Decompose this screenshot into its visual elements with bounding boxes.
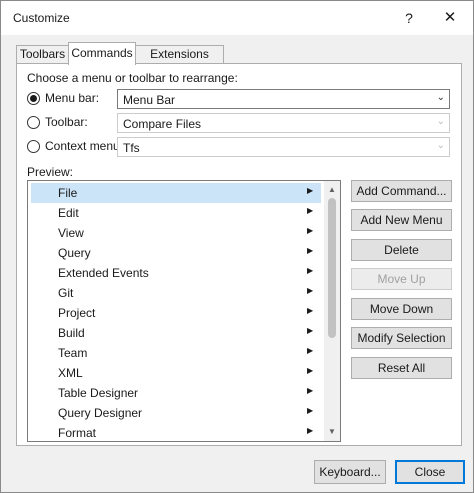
- list-item-label: Project: [58, 306, 96, 320]
- list-item[interactable]: Build ▶: [31, 323, 321, 343]
- close-button[interactable]: Close: [395, 460, 465, 484]
- context-menu-value: Tfs: [123, 141, 140, 155]
- list-item[interactable]: File ▶: [31, 183, 321, 203]
- list-item[interactable]: Git ▶: [31, 283, 321, 303]
- context-menu-radio[interactable]: [27, 140, 40, 153]
- customize-dialog: Customize ? ✕ Toolbars Commands Extensio…: [0, 0, 474, 493]
- close-window-button[interactable]: ✕: [433, 5, 467, 31]
- list-item-label: Query Designer: [58, 406, 143, 420]
- preview-scrollbar[interactable]: ▲ ▼: [324, 181, 340, 441]
- toolbar-combo[interactable]: Compare Files ⌄: [117, 113, 450, 133]
- list-item[interactable]: Format ▶: [31, 423, 321, 441]
- triangle-right-icon: ▶: [307, 366, 314, 375]
- scroll-thumb[interactable]: [328, 198, 336, 338]
- list-item-label: Extended Events: [58, 266, 149, 280]
- list-item[interactable]: Extended Events ▶: [31, 263, 321, 283]
- add-new-menu-button[interactable]: Add New Menu: [351, 209, 452, 231]
- dialog-title: Customize: [13, 11, 70, 25]
- list-item-label: Edit: [58, 206, 79, 220]
- tab-commands[interactable]: Commands: [68, 42, 136, 65]
- commands-panel: Choose a menu or toolbar to rearrange: M…: [16, 63, 462, 446]
- preview-list[interactable]: File ▶ Edit ▶ View ▶ Query ▶ Extended Ev…: [27, 180, 341, 442]
- toolbar-value: Compare Files: [123, 117, 202, 131]
- chevron-down-icon: ⌄: [436, 140, 445, 151]
- list-item-label: View: [58, 226, 84, 240]
- list-item[interactable]: XML ▶: [31, 363, 321, 383]
- list-item-label: Format: [58, 426, 97, 440]
- keyboard-button[interactable]: Keyboard...: [314, 460, 386, 484]
- list-item-label: File: [58, 186, 78, 200]
- list-item-label: Query: [58, 246, 91, 260]
- arrow-up-icon[interactable]: ▲: [328, 185, 336, 194]
- triangle-right-icon: ▶: [307, 186, 314, 195]
- triangle-right-icon: ▶: [307, 246, 314, 255]
- triangle-right-icon: ▶: [307, 326, 314, 335]
- delete-button[interactable]: Delete: [351, 239, 452, 261]
- list-item[interactable]: Edit ▶: [31, 203, 321, 223]
- triangle-right-icon: ▶: [307, 206, 314, 215]
- menu-bar-radio[interactable]: [27, 92, 40, 105]
- rearrange-prompt: Choose a menu or toolbar to rearrange:: [27, 71, 238, 85]
- menu-bar-label: Menu bar:: [45, 91, 100, 105]
- list-item-label: Team: [58, 346, 88, 360]
- chevron-down-icon: ⌄: [436, 92, 445, 103]
- list-item[interactable]: Table Designer ▶: [31, 383, 321, 403]
- chevron-down-icon: ⌄: [436, 116, 445, 127]
- list-item-label: Git: [58, 286, 74, 300]
- tab-extensions-menu[interactable]: Extensions Menu: [135, 45, 224, 78]
- add-command-button[interactable]: Add Command...: [351, 180, 452, 202]
- list-item[interactable]: View ▶: [31, 223, 321, 243]
- move-down-button[interactable]: Move Down: [351, 298, 452, 320]
- triangle-right-icon: ▶: [307, 286, 314, 295]
- list-item[interactable]: Project ▶: [31, 303, 321, 323]
- list-item[interactable]: Query Designer ▶: [31, 403, 321, 423]
- list-item-label: Table Designer: [58, 386, 139, 400]
- context-menu-label: Context menu:: [45, 139, 124, 153]
- triangle-right-icon: ▶: [307, 406, 314, 415]
- triangle-right-icon: ▶: [307, 266, 314, 275]
- list-item-label: XML: [58, 366, 83, 380]
- triangle-right-icon: ▶: [307, 386, 314, 395]
- triangle-right-icon: ▶: [307, 426, 314, 435]
- menu-bar-combo[interactable]: Menu Bar ⌄: [117, 89, 450, 109]
- modify-selection-button[interactable]: Modify Selection: [351, 327, 452, 349]
- triangle-right-icon: ▶: [307, 346, 314, 355]
- triangle-right-icon: ▶: [307, 226, 314, 235]
- help-button[interactable]: ?: [394, 5, 424, 31]
- menu-bar-value: Menu Bar: [123, 93, 176, 107]
- title-bar: Customize ? ✕: [1, 1, 473, 35]
- move-up-button[interactable]: Move Up: [351, 268, 452, 290]
- toolbar-label: Toolbar:: [45, 115, 88, 129]
- arrow-down-icon[interactable]: ▼: [328, 427, 336, 436]
- list-item-label: Build: [58, 326, 85, 340]
- list-item[interactable]: Query ▶: [31, 243, 321, 263]
- list-item[interactable]: Team ▶: [31, 343, 321, 363]
- context-menu-combo[interactable]: Tfs ⌄: [117, 137, 450, 157]
- tab-toolbars[interactable]: Toolbars: [16, 45, 69, 64]
- triangle-right-icon: ▶: [307, 306, 314, 315]
- reset-all-button[interactable]: Reset All: [351, 357, 452, 379]
- preview-label: Preview:: [27, 165, 74, 179]
- toolbar-radio[interactable]: [27, 116, 40, 129]
